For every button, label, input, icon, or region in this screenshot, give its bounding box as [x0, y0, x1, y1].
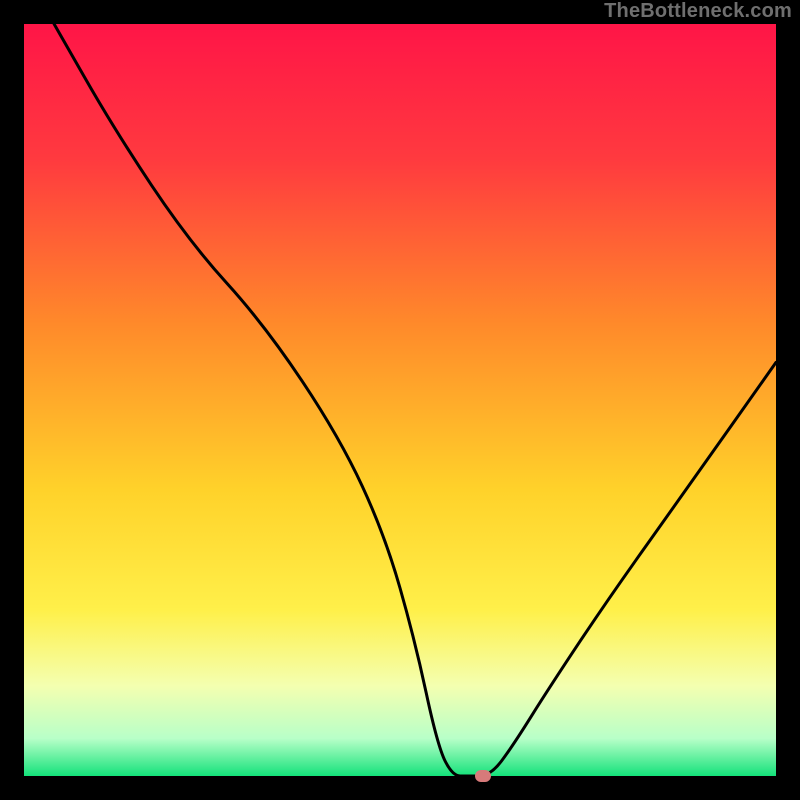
attribution-text: TheBottleneck.com [604, 0, 792, 23]
chart-area [24, 24, 776, 776]
chart-marker [475, 770, 491, 782]
chart-curve [24, 24, 776, 776]
